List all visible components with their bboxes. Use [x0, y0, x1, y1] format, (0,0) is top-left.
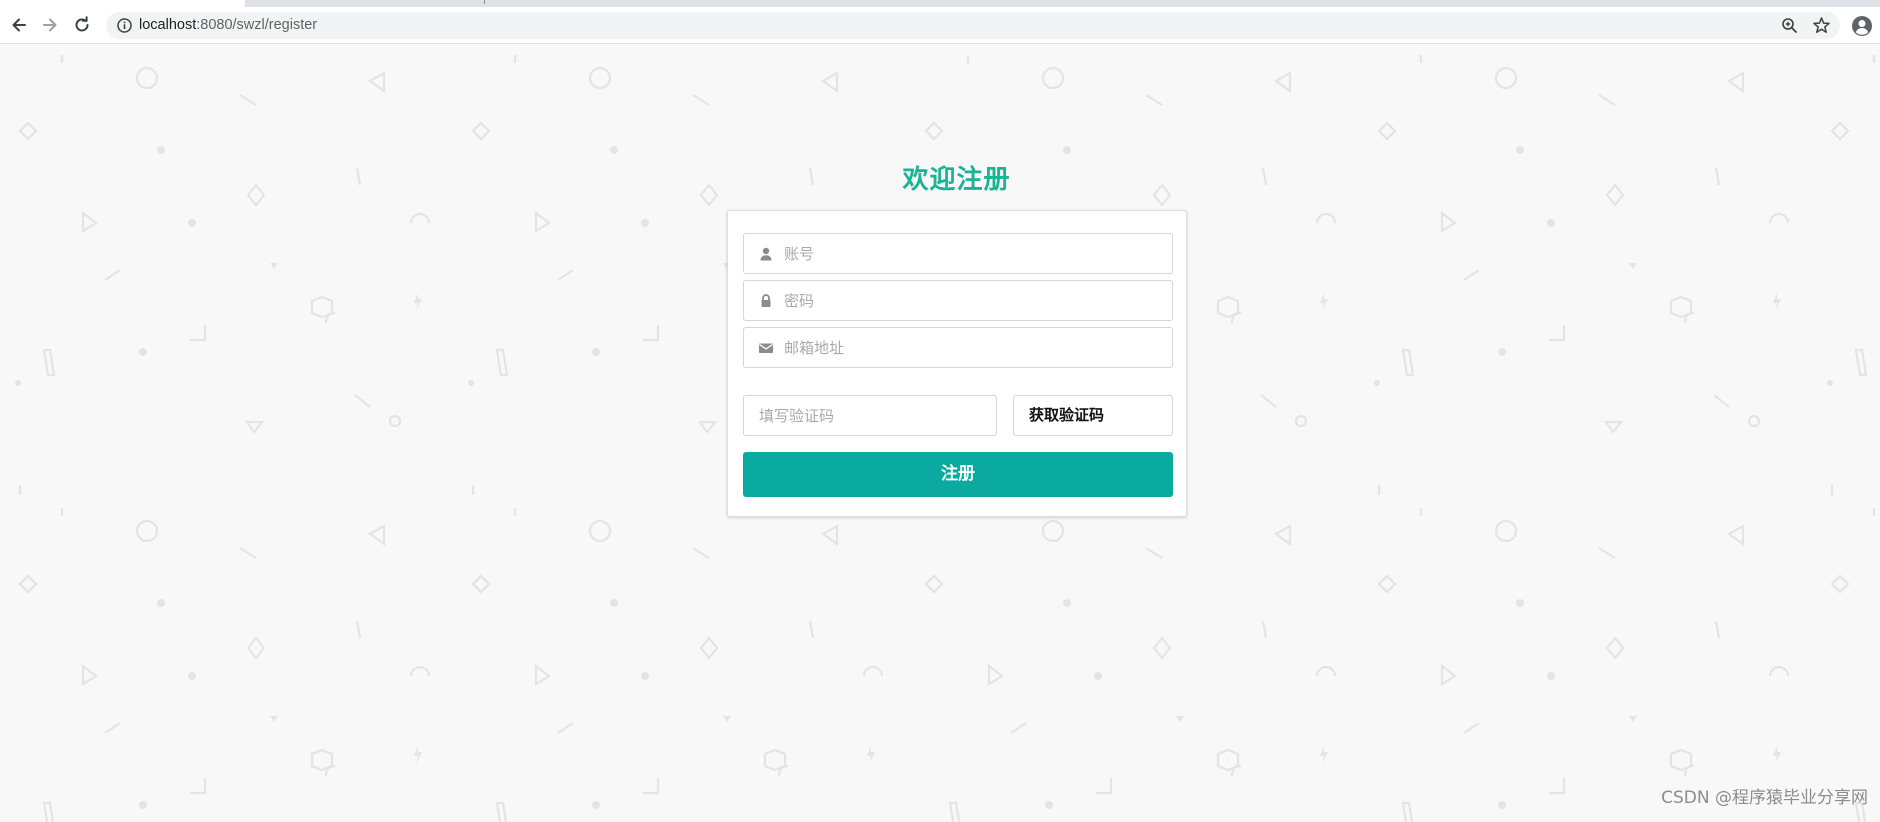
password-field[interactable] — [743, 280, 1173, 321]
address-bar[interactable]: localhost:8080/swzl/register — [106, 12, 1840, 39]
account-field[interactable] — [743, 233, 1173, 274]
password-input[interactable] — [784, 281, 1164, 320]
email-input[interactable] — [784, 328, 1164, 367]
email-field[interactable] — [743, 327, 1173, 368]
arrow-right-icon — [43, 18, 57, 32]
register-card: 获取验证码 注册 — [727, 210, 1187, 517]
envelope-icon — [759, 343, 773, 353]
reload-icon — [75, 16, 89, 32]
forward-button[interactable] — [38, 13, 62, 37]
lock-icon — [761, 294, 771, 307]
info-icon[interactable] — [116, 17, 133, 34]
verification-code-field[interactable] — [743, 395, 997, 436]
page-background: 欢迎注册 获取验证码 注册 — [0, 45, 1880, 822]
tab-separator — [484, 0, 485, 4]
browser-toolbar: localhost:8080/swzl/register — [0, 7, 1880, 44]
account-input[interactable] — [784, 234, 1164, 273]
user-icon — [760, 247, 772, 261]
get-code-button[interactable]: 获取验证码 — [1013, 395, 1173, 436]
tab-strip — [0, 0, 1880, 7]
watermark: CSDN @程序猿毕业分享网 — [1661, 788, 1868, 808]
arrow-left-icon — [12, 18, 26, 32]
back-button[interactable] — [7, 13, 31, 37]
profile-icon[interactable] — [1851, 15, 1873, 37]
url-host: localhost — [139, 17, 197, 33]
register-button[interactable]: 注册 — [743, 452, 1173, 497]
active-tab[interactable] — [0, 0, 245, 7]
reload-button[interactable] — [70, 13, 94, 37]
star-icon[interactable] — [1812, 16, 1831, 35]
page-title: 欢迎注册 — [902, 165, 1011, 195]
zoom-icon[interactable] — [1781, 17, 1798, 34]
verification-code-input[interactable] — [759, 396, 989, 435]
url-text[interactable]: localhost:8080/swzl/register — [139, 17, 317, 33]
url-path: :8080/swzl/register — [196, 17, 318, 33]
